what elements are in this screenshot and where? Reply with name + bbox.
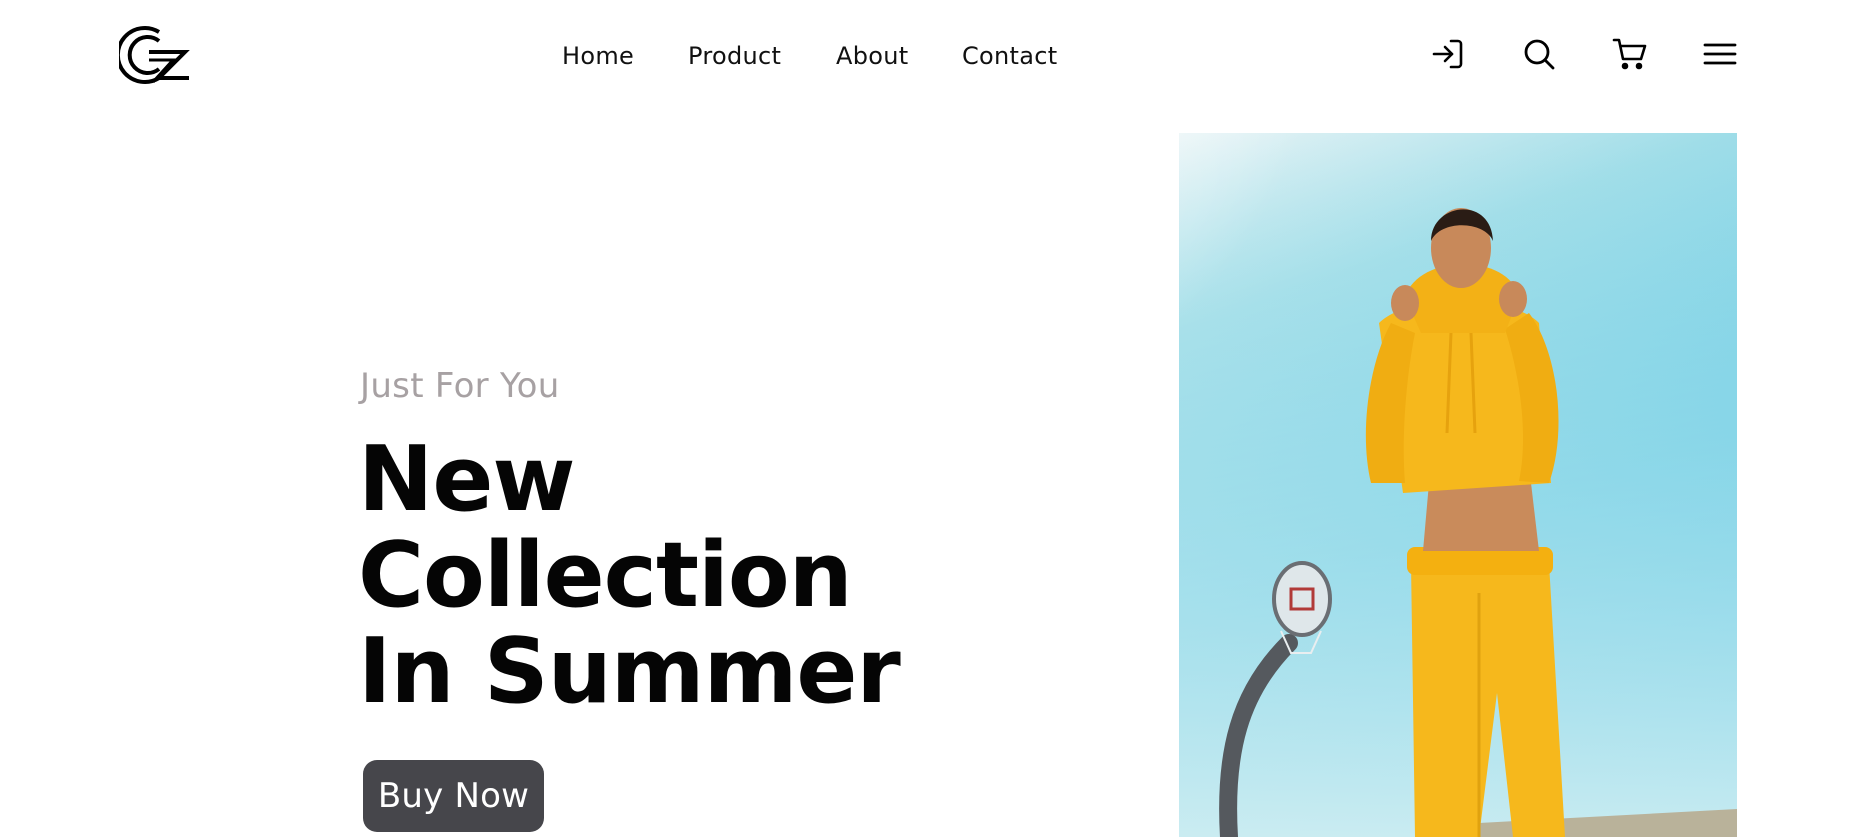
cart-icon[interactable] <box>1610 34 1650 74</box>
landing-page: Home Product About Contact Just For You … <box>0 0 1873 837</box>
hero-headline: New Collection In Summer <box>358 427 901 724</box>
nav-product[interactable]: Product <box>688 38 781 74</box>
nav-about[interactable]: About <box>836 38 908 74</box>
headline-line-2: Collection <box>358 523 853 628</box>
hero-image <box>1179 133 1737 837</box>
login-icon[interactable] <box>1428 34 1468 74</box>
hero-subtitle: Just For You <box>360 366 560 406</box>
nav-home[interactable]: Home <box>562 38 634 74</box>
buy-now-button[interactable]: Buy Now <box>363 760 544 832</box>
menu-icon[interactable] <box>1700 34 1740 74</box>
search-icon[interactable] <box>1519 34 1559 74</box>
headline-line-3: In Summer <box>358 619 901 724</box>
logo-icon[interactable] <box>115 22 191 86</box>
nav-contact[interactable]: Contact <box>962 38 1057 74</box>
headline-line-1: New <box>358 427 576 532</box>
